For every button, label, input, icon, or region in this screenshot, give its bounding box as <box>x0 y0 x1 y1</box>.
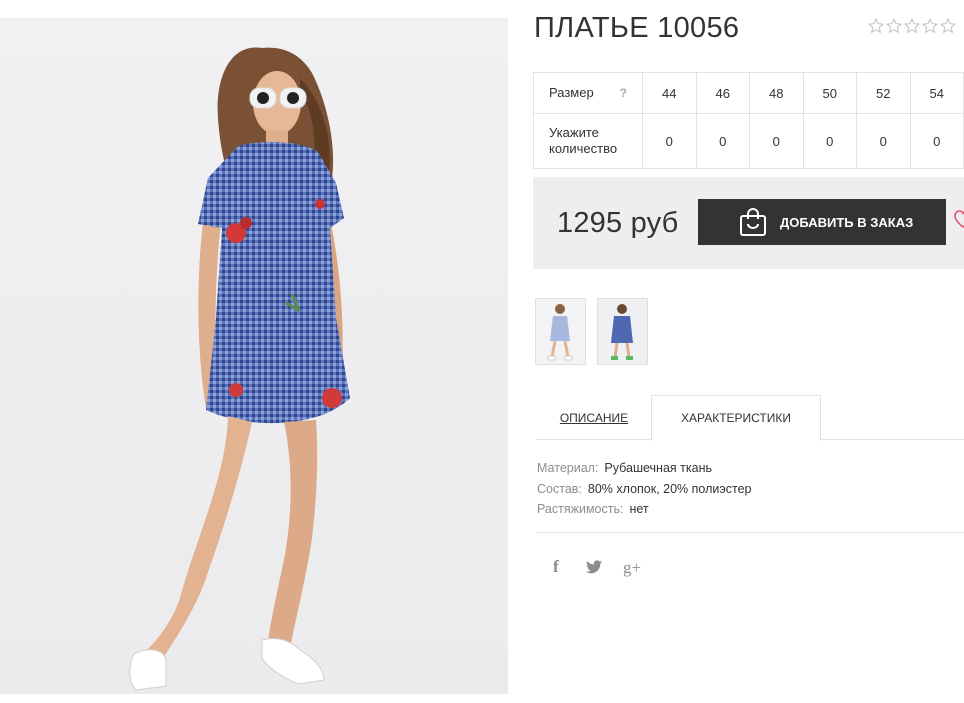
add-to-order-label: ДОБАВИТЬ В ЗАКАЗ <box>780 214 914 230</box>
size-label-cell: Размер ? <box>533 72 643 114</box>
spec-key: Растяжимость: <box>537 502 624 516</box>
spec-row: Растяжимость: нет <box>537 499 751 520</box>
star-icon[interactable] <box>922 18 938 34</box>
google-plus-icon[interactable]: g+ <box>623 557 643 577</box>
size-46: 46 <box>695 72 750 114</box>
quantity-input-46[interactable]: 0 <box>695 113 750 169</box>
quantity-input-54[interactable]: 0 <box>909 113 964 169</box>
shopping-bag-icon <box>740 208 766 236</box>
size-table: Размер ? 44 46 48 50 52 54 Укажите колич… <box>533 72 964 169</box>
spec-key: Материал: <box>537 461 599 475</box>
heart-icon[interactable] <box>954 210 964 229</box>
thumbnail-image-light <box>536 299 585 364</box>
star-icon[interactable] <box>940 18 956 34</box>
size-50: 50 <box>802 72 857 114</box>
product-main-photo[interactable] <box>0 18 508 694</box>
facebook-icon[interactable]: f <box>552 557 562 575</box>
spec-row: Состав: 80% хлопок, 20% полиэстер <box>537 479 751 500</box>
svg-text:f: f <box>553 557 559 575</box>
product-title: ПЛАТЬЕ 10056 <box>534 12 740 44</box>
tab-specs[interactable]: ХАРАКТЕРИСТИКИ <box>651 395 821 441</box>
twitter-icon[interactable] <box>586 560 602 574</box>
quantity-input-48[interactable]: 0 <box>749 113 804 169</box>
spec-value: 80% хлопок, 20% полиэстер <box>587 481 752 496</box>
spec-value: Рубашечная ткань <box>604 461 712 475</box>
thumbnail-1[interactable] <box>535 298 586 365</box>
question-icon[interactable]: ? <box>620 85 627 101</box>
size-header-row: Размер ? 44 46 48 50 52 54 <box>533 72 964 114</box>
size-44: 44 <box>642 72 697 114</box>
quantity-row: Укажите количество 0 0 0 0 0 0 <box>533 113 964 169</box>
spec-key: Состав: <box>537 481 582 496</box>
quantity-input-52[interactable]: 0 <box>856 113 911 169</box>
model-in-dress-illustration <box>129 47 350 691</box>
size-label: Размер <box>549 85 594 100</box>
price-box: 1295 руб ДОБАВИТЬ В ЗАКАЗ <box>533 177 964 269</box>
specs-list: Материал: Рубашечная ткань Состав: 80% хло… <box>537 458 751 520</box>
divider <box>536 532 964 533</box>
thumbnail-2[interactable] <box>597 298 648 365</box>
spec-value: нет <box>629 502 649 516</box>
quantity-input-44[interactable]: 0 <box>642 113 697 169</box>
size-52: 52 <box>856 72 911 114</box>
rating-stars[interactable] <box>868 18 956 34</box>
quantity-input-50[interactable]: 0 <box>802 113 857 169</box>
svg-text:g+: g+ <box>623 558 641 577</box>
price: 1295 руб <box>557 207 679 239</box>
star-icon[interactable] <box>904 18 920 34</box>
star-icon[interactable] <box>868 18 884 34</box>
quantity-label: Укажите количество <box>533 113 643 169</box>
tab-description[interactable]: ОПИСАНИЕ <box>536 395 652 440</box>
size-54: 54 <box>909 72 964 114</box>
add-to-order-button[interactable]: ДОБАВИТЬ В ЗАКАЗ <box>698 199 946 245</box>
star-icon[interactable] <box>886 18 902 34</box>
spec-row: Материал: Рубашечная ткань <box>537 458 751 479</box>
size-48: 48 <box>749 72 804 114</box>
thumbnail-image-dark <box>598 299 647 364</box>
